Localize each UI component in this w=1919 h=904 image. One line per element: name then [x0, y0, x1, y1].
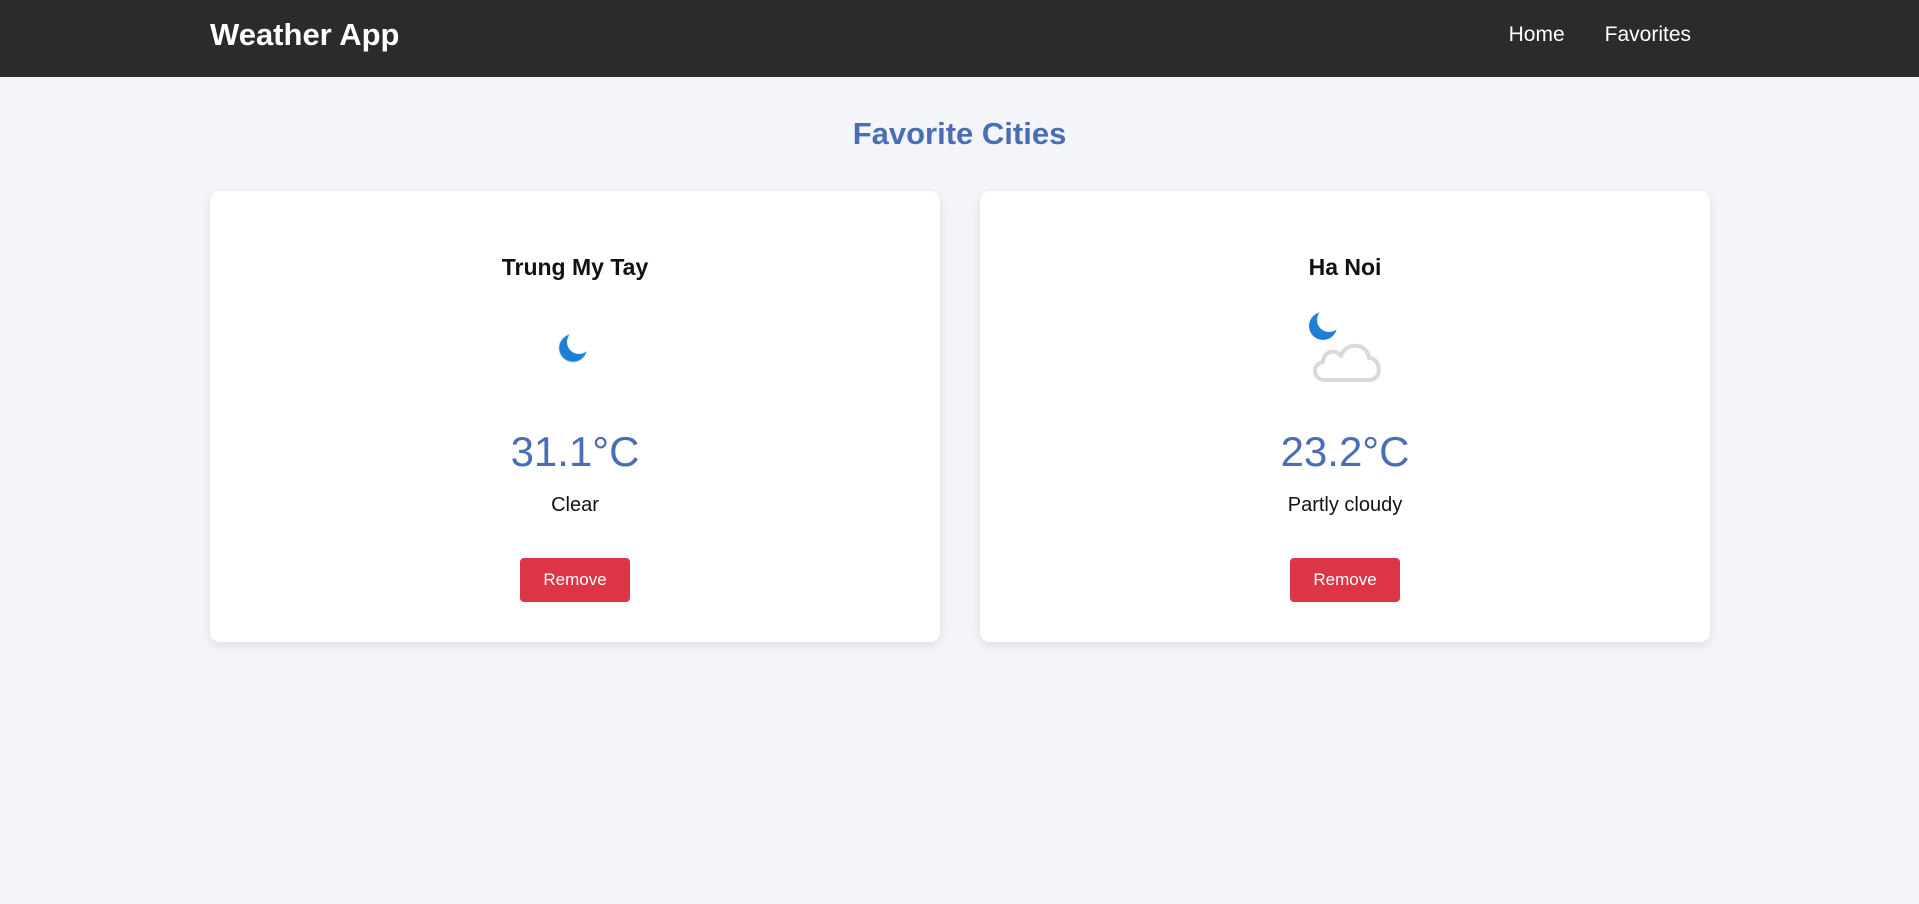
weather-condition: Clear	[551, 494, 599, 516]
top-navbar: Weather App Home Favorites	[0, 0, 1919, 77]
nav-link-favorites[interactable]: Favorites	[1605, 22, 1691, 48]
weather-condition: Partly cloudy	[1287, 494, 1403, 516]
remove-button[interactable]: Remove	[1290, 558, 1400, 602]
brand-logo-link[interactable]: Weather App	[210, 16, 399, 54]
page-title: Favorite Cities	[852, 116, 1067, 151]
nav-link-home[interactable]: Home	[1509, 22, 1565, 48]
temperature-value: 23.2°C	[1280, 428, 1410, 475]
moon-cloud-icon	[1309, 312, 1381, 382]
city-name: Ha Noi	[1308, 254, 1382, 280]
moon-icon	[558, 333, 588, 363]
remove-button[interactable]: Remove	[520, 558, 630, 602]
city-card-ha-noi: Ha Noi 23.2°C Partly cloudy Remove	[980, 191, 1710, 642]
city-card-trung-my-tay: Trung My Tay 31.1°C Clear Remove	[210, 191, 940, 642]
favorite-cities-list: Trung My Tay 31.1°C Clear Remove Ha Noi	[210, 191, 1710, 642]
temperature-value: 31.1°C	[510, 428, 640, 475]
nav-links: Home Favorites	[1509, 22, 1691, 48]
city-name: Trung My Tay	[501, 254, 649, 280]
